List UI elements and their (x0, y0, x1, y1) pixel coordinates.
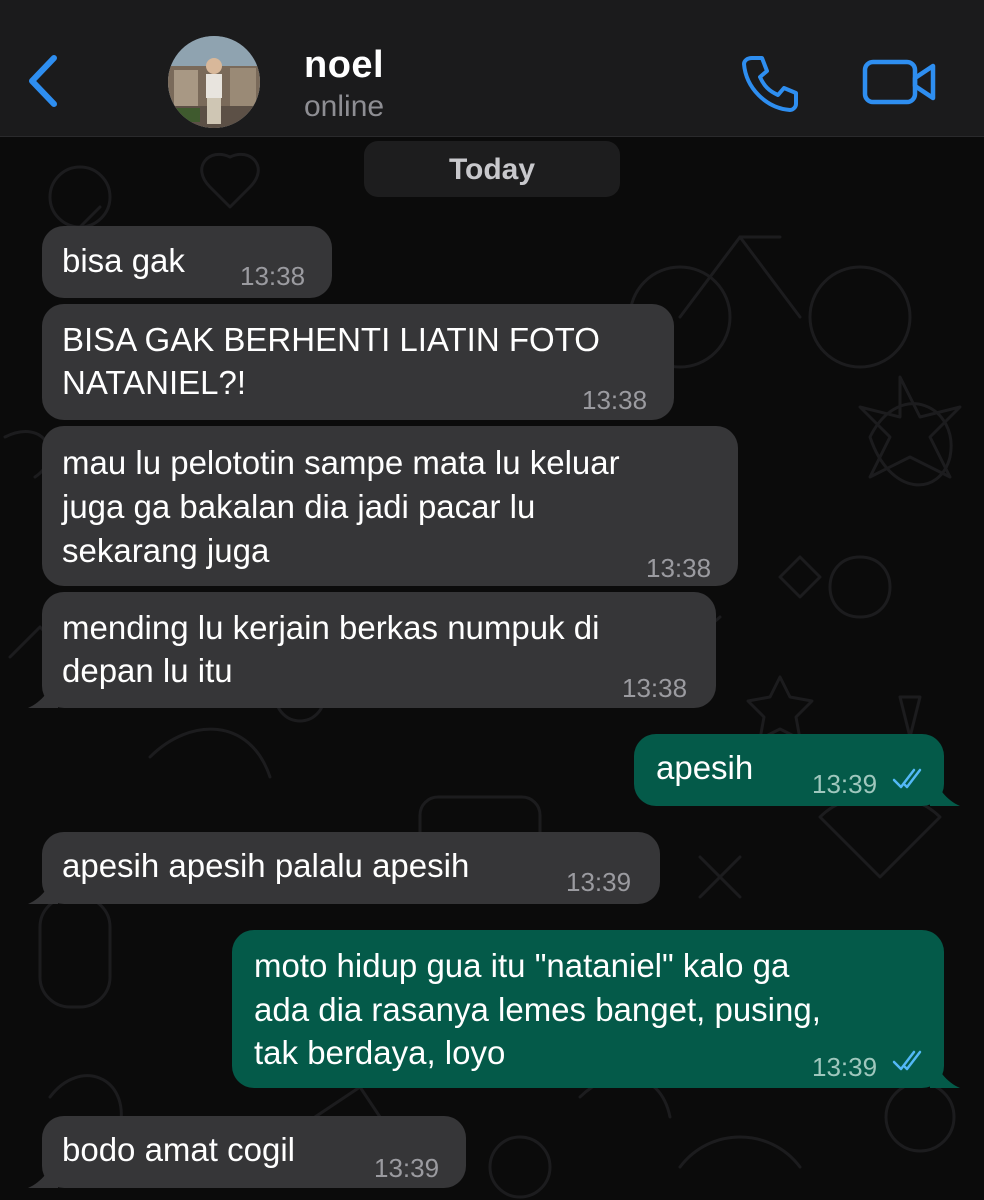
message-text: juga ga bakalan dia jadi pacar lu (62, 488, 536, 525)
message-time: 13:38 (646, 553, 712, 583)
bubble-tail (930, 772, 960, 806)
message-time: 13:39 (566, 867, 632, 897)
message-text: apesih apesih palalu apesih (62, 847, 470, 884)
incoming-message[interactable]: bisa gak 13:38 (42, 226, 332, 298)
video-camera-icon (862, 59, 936, 105)
voice-call-button[interactable] (738, 52, 802, 116)
bubble-tail (28, 1154, 58, 1188)
bubble-tail (28, 674, 58, 708)
incoming-message[interactable]: bodo amat cogil 13:39 (28, 1116, 466, 1188)
double-check-icon (892, 768, 922, 789)
message-time: 13:39 (812, 1052, 878, 1082)
incoming-message[interactable]: apesih apesih palalu apesih 13:39 (28, 832, 660, 904)
chat-screen: noel online Today bisa gak 13:38 BISA GA… (0, 0, 984, 1200)
message-text: depan lu itu (62, 652, 233, 689)
message-text: mending lu kerjain berkas numpuk di (62, 609, 600, 646)
incoming-message[interactable]: mau lu pelototin sampe mata lu keluar ju… (42, 426, 738, 586)
message-time: 13:39 (374, 1153, 440, 1183)
message-text: BISA GAK BERHENTI LIATIN FOTO (62, 321, 600, 358)
message-time: 13:38 (582, 385, 648, 415)
avatar-photo (168, 36, 260, 128)
message-text: bisa gak (62, 242, 185, 279)
message-time: 13:38 (622, 673, 688, 703)
contact-avatar[interactable] (168, 36, 260, 128)
outgoing-message[interactable]: moto hidup gua itu "nataniel" kalo ga ad… (232, 930, 960, 1088)
message-text: ada dia rasanya lemes banget, pusing, (254, 991, 821, 1028)
message-text: moto hidup gua itu "nataniel" kalo ga (254, 947, 790, 984)
chat-header: noel online (0, 0, 984, 137)
outgoing-message[interactable]: apesih 13:39 (634, 734, 960, 806)
message-time: 13:39 (812, 769, 878, 799)
message-text: mau lu pelototin sampe mata lu keluar (62, 444, 620, 481)
incoming-message[interactable]: BISA GAK BERHENTI LIATIN FOTO NATANIEL?!… (42, 304, 674, 420)
chevron-left-icon (29, 55, 57, 107)
date-separator: Today (364, 141, 620, 197)
back-button[interactable] (18, 46, 68, 116)
incoming-message[interactable]: mending lu kerjain berkas numpuk di depa… (28, 592, 716, 708)
video-call-button[interactable] (860, 52, 940, 112)
message-text: tak berdaya, loyo (254, 1034, 506, 1071)
message-list[interactable]: Today bisa gak 13:38 BISA GAK BERHENTI L… (0, 137, 984, 1200)
phone-icon (742, 56, 798, 112)
bubble-tail (28, 870, 58, 904)
message-text: apesih (656, 749, 754, 786)
message-text: NATANIEL?! (62, 364, 246, 401)
contact-status: online (304, 90, 385, 123)
message-text: bodo amat cogil (62, 1131, 295, 1168)
contact-name[interactable]: noel (304, 44, 384, 87)
bubble-tail (930, 1054, 960, 1088)
message-text: sekarang juga (62, 532, 270, 569)
double-check-icon (892, 1050, 922, 1071)
message-time: 13:38 (240, 261, 306, 291)
